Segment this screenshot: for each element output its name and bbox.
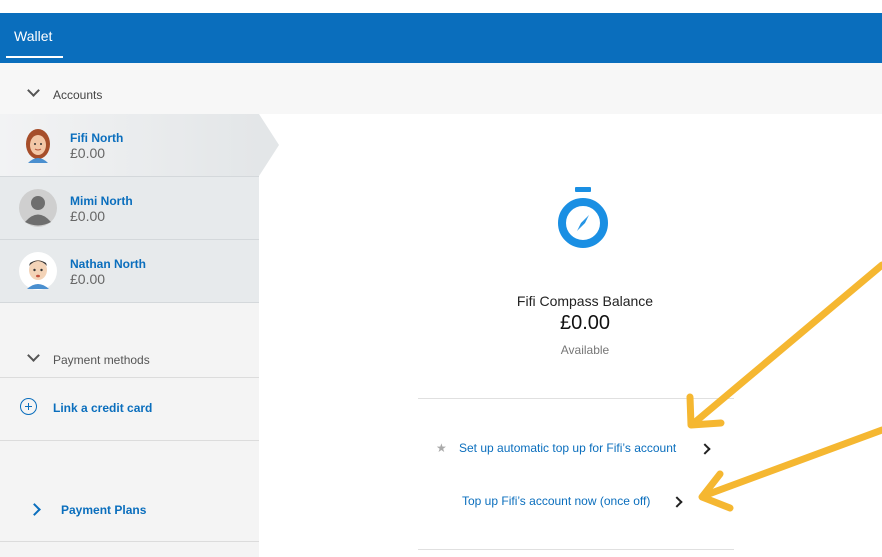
annotation-arrow-icon [686,261,882,429]
annotation-arrows [686,261,882,512]
annotation-arrow-icon [698,426,882,512]
